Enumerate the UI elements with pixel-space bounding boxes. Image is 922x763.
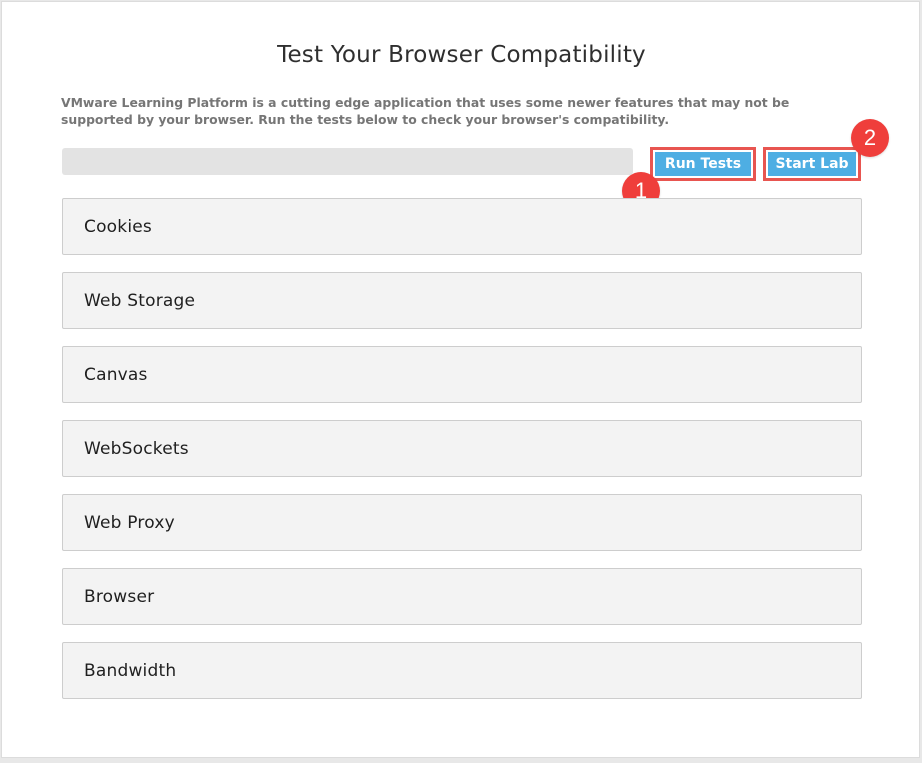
intro-text: VMware Learning Platform is a cutting ed… [61,95,790,127]
run-tests-highlight: Run Tests [650,147,756,181]
test-row-cookies[interactable]: Cookies [62,198,862,255]
start-lab-button[interactable]: Start Lab [768,152,856,176]
step-marker-2: 2 [851,119,889,157]
page-title: Test Your Browser Compatibility [277,42,646,68]
test-row-canvas[interactable]: Canvas [62,346,862,403]
test-row-web-proxy[interactable]: Web Proxy [62,494,862,551]
test-row-websockets[interactable]: WebSockets [62,420,862,477]
test-label: Canvas [84,364,148,385]
test-row-bandwidth[interactable]: Bandwidth [62,642,862,699]
compatibility-panel: Test Your Browser Compatibility VMware L… [1,1,920,758]
test-list: Cookies Web Storage Canvas WebSockets We… [62,198,862,716]
test-label: Web Storage [84,290,196,311]
test-label: Bandwidth [84,660,177,681]
test-label: Browser [84,586,155,607]
test-row-browser[interactable]: Browser [62,568,862,625]
test-label: Web Proxy [84,512,175,533]
test-label: Cookies [84,216,152,237]
test-label: WebSockets [84,438,189,459]
test-row-web-storage[interactable]: Web Storage [62,272,862,329]
progress-bar [62,148,633,175]
start-lab-highlight: Start Lab [763,147,861,181]
run-tests-button[interactable]: Run Tests [655,152,751,176]
